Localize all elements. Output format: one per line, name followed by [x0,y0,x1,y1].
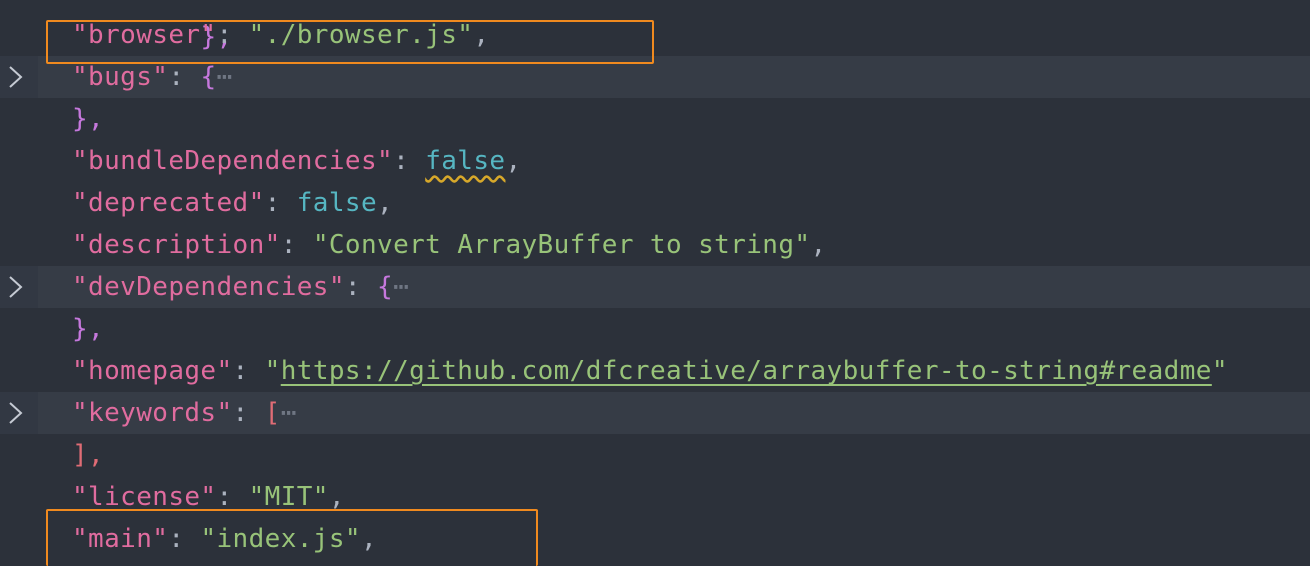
json-comma: , [377,188,394,218]
open-bracket: [ [264,398,281,428]
json-string-value: "./browser.js" [248,20,474,50]
folded-ellipsis[interactable]: ⋯ [281,398,297,428]
json-quote: " [264,356,281,386]
json-comma: , [328,482,345,512]
json-separator: : [216,20,249,50]
code-line-main[interactable]: "main": "index.js", [0,518,1310,560]
code-line-keywords-close[interactable]: ], [0,434,1310,476]
json-key: "license" [72,482,217,512]
json-separator: : [216,482,249,512]
json-separator: : [232,398,265,428]
open-brace: { [377,272,394,302]
json-string-value: "MIT" [248,482,329,512]
json-key: "deprecated" [72,188,265,218]
code-line-dev-dependencies[interactable]: "devDependencies": {⋯ [0,266,1310,308]
json-separator: : [168,524,201,554]
code-line-bugs[interactable]: "bugs": {⋯ [0,56,1310,98]
code-editor[interactable]: }, "browser": "./browser.js", "bugs": {⋯… [0,0,1310,566]
code-line-license[interactable]: "license": "MIT", [0,476,1310,518]
code-text: "deprecated": false, [72,182,393,224]
json-key: "devDependencies" [72,272,345,302]
json-separator: : [232,356,265,386]
json-comma: , [505,146,522,176]
code-text: }, [72,308,104,350]
code-line-homepage[interactable]: "homepage": "https://github.com/dfcreati… [0,350,1310,392]
json-key: "keywords" [72,398,233,428]
json-key: "main" [72,524,169,554]
json-comma: , [360,524,378,554]
folded-ellipsis[interactable]: ⋯ [393,272,409,302]
code-text: "browser": "./browser.js", [72,14,489,56]
chevron-right-icon[interactable] [4,273,26,301]
chevron-right-icon[interactable] [4,399,26,427]
code-text: "bugs": {⋯ [72,56,233,98]
json-separator: : [264,188,297,218]
json-separator: : [168,62,201,92]
json-comma: , [810,230,827,260]
code-line-bundle-dependencies[interactable]: "bundleDependencies": false, [0,140,1310,182]
code-line-description[interactable]: "description": "Convert ArrayBuffer to s… [0,224,1310,266]
json-key: "description" [72,230,281,260]
closing-bracket: ], [72,440,105,470]
json-key: "bundleDependencies" [72,146,394,176]
json-string-value: "Convert ArrayBuffer to string" [312,230,811,260]
code-text: "bundleDependencies": false, [72,140,522,182]
code-line-bugs-close[interactable]: }, [0,98,1310,140]
code-text: "keywords": [⋯ [72,392,297,434]
json-quote: " [1211,356,1228,386]
code-text: "devDependencies": {⋯ [72,266,409,308]
json-comma: , [473,20,490,50]
editor-lines: }, "browser": "./browser.js", "bugs": {⋯… [0,0,1310,566]
json-key: "browser" [72,20,217,50]
code-text: ], [72,434,104,476]
homepage-link[interactable]: https://github.com/dfcreative/arraybuffe… [281,356,1212,386]
json-string-value: "index.js" [200,524,361,554]
folded-ellipsis[interactable]: ⋯ [217,62,233,92]
code-text: "homepage": "https://github.com/dfcreati… [72,350,1228,392]
json-boolean-value: false [425,146,506,176]
code-text: }, [72,98,104,140]
code-line-keywords[interactable]: "keywords": [⋯ [0,392,1310,434]
closing-brace: }, [72,314,105,344]
chevron-right-icon[interactable] [4,63,26,91]
code-line-dev-dependencies-close[interactable]: }, [0,308,1310,350]
json-key: "bugs" [72,62,169,92]
json-separator: : [344,272,378,302]
code-text: "description": "Convert ArrayBuffer to s… [72,224,827,266]
json-key: "homepage" [72,356,233,386]
json-separator: : [280,230,313,260]
code-text: "main": "index.js", [72,518,377,560]
code-line-browser[interactable]: "browser": "./browser.js", [0,14,1310,56]
open-brace: { [200,62,217,92]
code-text: "license": "MIT", [72,476,345,518]
json-separator: : [393,146,426,176]
closing-brace: }, [72,104,105,134]
code-line-deprecated[interactable]: "deprecated": false, [0,182,1310,224]
json-boolean-value: false [296,188,378,218]
